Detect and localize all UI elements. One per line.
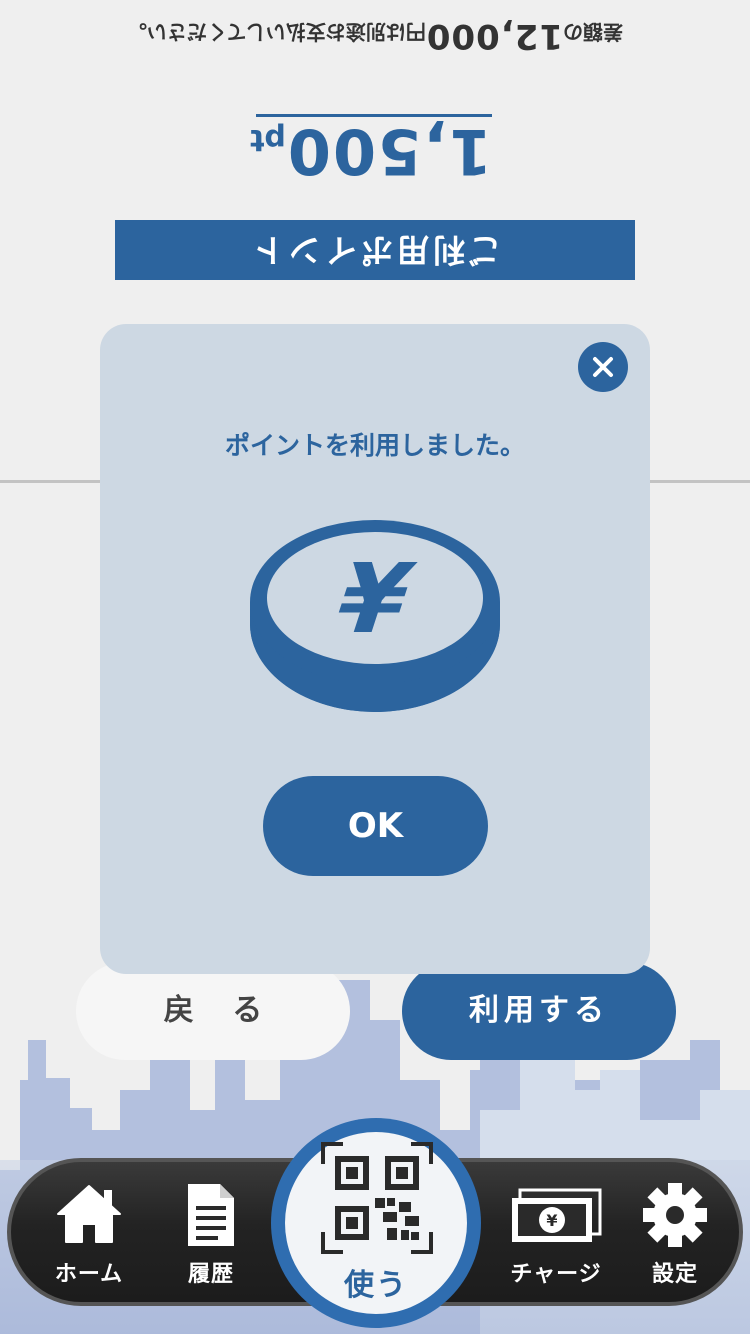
tab-home-label: ホーム (54, 1262, 124, 1287)
tab-charge[interactable]: ¥ チャージ (506, 1162, 606, 1302)
use-points-button[interactable]: 利用する (402, 962, 676, 1060)
points-value: 1,500 (285, 115, 492, 188)
points-used-dialog: ポイントを利用しました。 ¥ OK (100, 324, 650, 974)
tab-charge-label: チャージ (510, 1262, 602, 1287)
note-prefix: 差額の (563, 20, 624, 44)
tab-history-label: 履歴 (187, 1262, 234, 1287)
ok-button[interactable]: OK (263, 776, 488, 876)
banknote-symbol: ¥ (546, 1211, 557, 1230)
tab-home[interactable]: ホーム (49, 1162, 129, 1302)
tab-settings-label: 設定 (651, 1262, 698, 1287)
document-icon (188, 1184, 234, 1246)
use-qr-button-face: 使う (285, 1132, 467, 1314)
use-qr-button[interactable]: 使う (271, 1118, 481, 1328)
balance-note: 差額の12,000円は別途お支払いしてください。 (0, 16, 750, 56)
note-suffix: 円は別途お支払いしてください。 (127, 20, 426, 44)
customer-facing-header: 差額の12,000円は別途お支払いしてください。 1,500pt ご利用ポイント (0, 0, 750, 300)
tab-history[interactable]: 履歴 (171, 1162, 251, 1302)
note-amount: 12,000 (425, 16, 564, 56)
coin-yen-icon: ¥ (250, 520, 500, 712)
close-icon (593, 357, 613, 377)
points-unit: pt (250, 122, 286, 157)
tab-settings[interactable]: 設定 (635, 1162, 715, 1302)
qr-code-icon (321, 1142, 433, 1254)
close-button[interactable] (578, 342, 628, 392)
dialog-message: ポイントを利用しました。 (224, 431, 525, 460)
home-icon (57, 1185, 121, 1243)
banknote-yen-icon: ¥ (512, 1188, 602, 1242)
back-button[interactable]: 戻 る (76, 962, 350, 1060)
tab-use-label: 使う (344, 1268, 408, 1303)
gear-icon (643, 1183, 707, 1247)
points-label-bar: ご利用ポイント (115, 220, 635, 280)
points-amount: 1,500pt (250, 114, 492, 188)
